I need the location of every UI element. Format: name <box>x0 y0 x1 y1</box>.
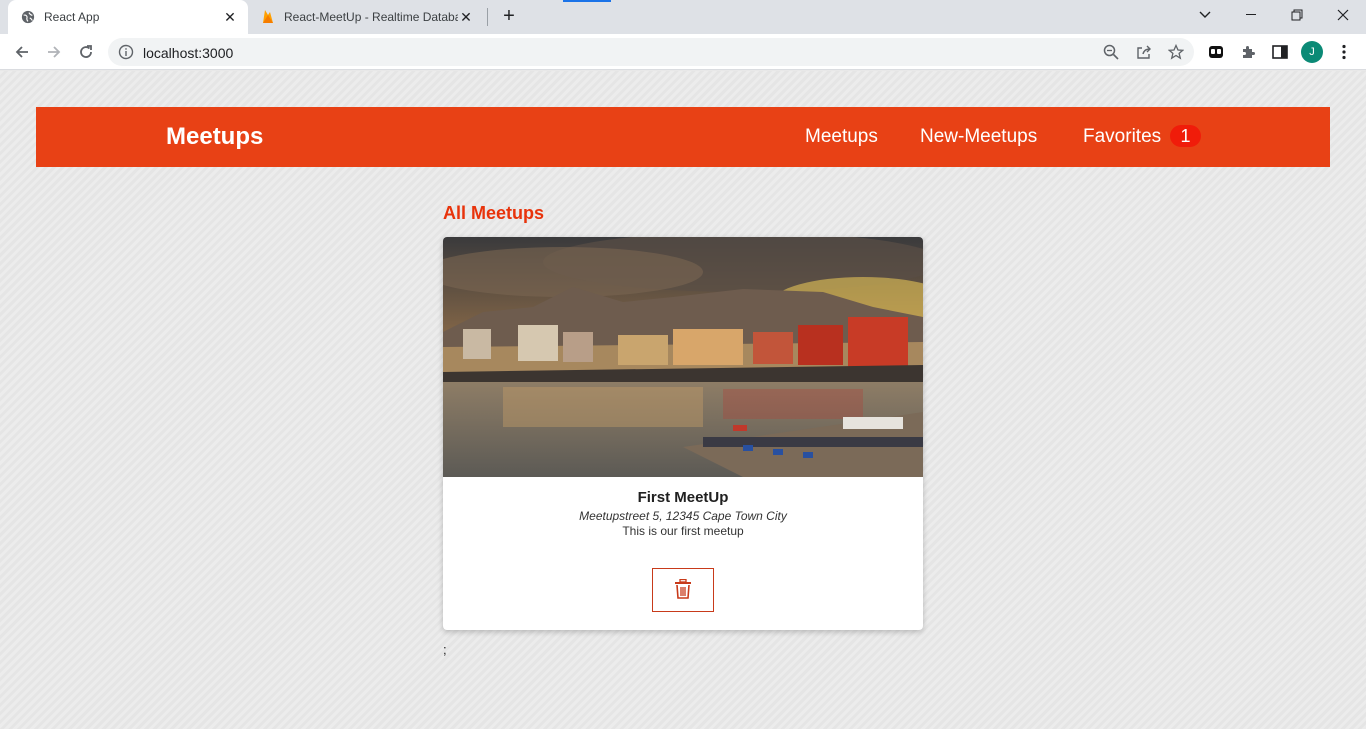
app-logo[interactable]: Meetups <box>166 123 263 151</box>
tab-title: React-MeetUp - Realtime Databa <box>284 10 458 24</box>
meetup-address: Meetupstreet 5, 12345 Cape Town City <box>579 509 787 523</box>
browser-tabstrip: React App ✕ React-MeetUp - Realtime Data… <box>0 0 1366 34</box>
new-tab-icon[interactable]: + <box>498 5 520 27</box>
site-info-icon[interactable] <box>118 44 134 60</box>
kebab-menu-icon[interactable] <box>1334 42 1354 62</box>
forward-arrow-icon[interactable] <box>42 40 66 64</box>
back-arrow-icon[interactable] <box>10 40 34 64</box>
nav-link-favorites[interactable]: Favorites <box>1083 126 1161 148</box>
close-window-icon[interactable] <box>1320 0 1366 30</box>
close-tab-icon[interactable]: ✕ <box>222 9 238 25</box>
page-content: Meetups Meetups New-Meetups Favorites 1 … <box>0 71 1366 729</box>
meetup-image <box>443 237 923 477</box>
browser-tab-react-app[interactable]: React App ✕ <box>8 0 248 34</box>
meetup-card: First MeetUp Meetupstreet 5, 12345 Cape … <box>443 237 923 630</box>
profile-avatar[interactable]: J <box>1301 41 1323 63</box>
bookmark-star-icon[interactable] <box>1167 43 1185 61</box>
tab-separator <box>487 8 488 26</box>
browser-toolbar: localhost:3000 J <box>0 34 1366 70</box>
address-bar[interactable]: localhost:3000 <box>108 38 1194 66</box>
tab-loading-indicator <box>563 0 611 2</box>
tab-title: React App <box>44 10 100 24</box>
globe-icon <box>20 9 36 25</box>
puzzle-icon[interactable] <box>1238 42 1258 62</box>
trash-icon <box>674 578 692 602</box>
page-title: All Meetups <box>443 203 545 223</box>
zoom-icon[interactable] <box>1102 43 1120 61</box>
minimize-icon[interactable] <box>1228 0 1274 30</box>
stray-text: ; <box>443 642 447 657</box>
favorites-count-badge: 1 <box>1170 125 1201 147</box>
delete-meetup-button[interactable] <box>652 568 714 612</box>
extension-icon[interactable] <box>1206 42 1226 62</box>
close-tab-icon[interactable]: ✕ <box>458 9 474 25</box>
app-header: Meetups Meetups New-Meetups Favorites 1 <box>36 107 1330 167</box>
meetup-title: First MeetUp <box>637 489 729 506</box>
browser-tab-firebase[interactable]: React-MeetUp - Realtime Databa ✕ <box>252 0 484 34</box>
share-icon[interactable] <box>1135 43 1153 61</box>
nav-link-meetups[interactable]: Meetups <box>805 126 878 148</box>
nav-link-new-meetups[interactable]: New-Meetups <box>920 126 1037 148</box>
tab-search-chevron-icon[interactable] <box>1182 0 1228 30</box>
url-text: localhost:3000 <box>143 45 234 61</box>
meetup-description: This is our first meetup <box>622 524 744 538</box>
side-panel-icon[interactable] <box>1270 42 1290 62</box>
firebase-icon <box>260 9 276 25</box>
reload-icon[interactable] <box>74 40 98 64</box>
restore-icon[interactable] <box>1274 0 1320 30</box>
